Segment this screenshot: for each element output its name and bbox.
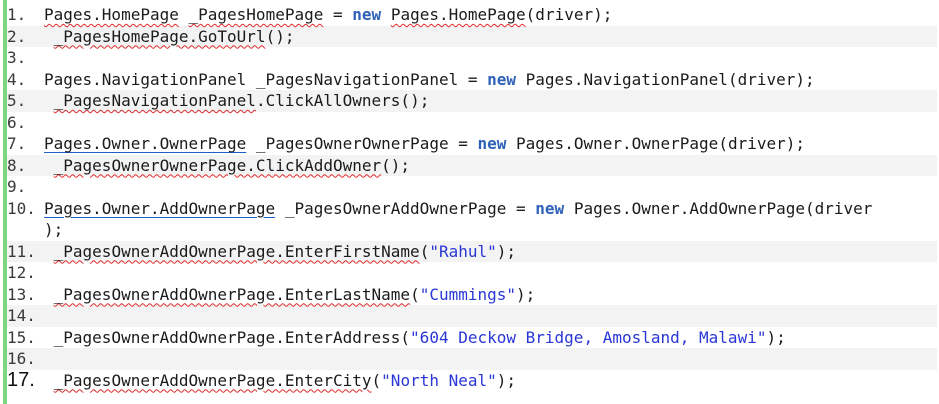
line-number: 11. (7, 241, 36, 261)
line-number: 7. (7, 134, 27, 153)
line-number: 17. (7, 368, 35, 391)
code-line-17[interactable]: 17. _PagesOwnerAddOwnerPage.EnterCity("N… (7, 368, 937, 392)
line-number: 15. (7, 327, 36, 347)
code-token: _PagesOwnerOwnerPage.ClickAddOwner (53, 155, 382, 175)
code-line-11[interactable]: 11. _PagesOwnerAddOwnerPage.EnterFirstNa… (7, 240, 937, 263)
string-token: "North Neal" (381, 370, 497, 390)
code-token: ); (516, 284, 536, 304)
code-token: _PagesOwnerOwnerPage = (246, 134, 478, 153)
code-token: Pages.Owner.OwnerPage (44, 134, 247, 153)
code-token: _PagesOwnerAddOwnerPage.EnterFirstName (53, 241, 420, 261)
code-token: Pages.HomePage (44, 5, 179, 24)
code-line-4[interactable]: 4. Pages.NavigationPanel _PagesNavigatio… (7, 69, 937, 91)
code-line-15[interactable]: 15. _PagesOwnerAddOwnerPage.EnterAddress… (7, 327, 937, 349)
code-lines: 1. Pages.HomePage _PagesHomePage = new P… (7, 4, 937, 391)
keyword-token: new (535, 198, 565, 218)
code-line-3[interactable]: 3. (7, 47, 937, 69)
code-token: _PagesOwnerAddOwnerPage = (275, 198, 536, 218)
line-number: 10. (7, 198, 36, 218)
code-text: Pages.Owner.AddOwnerPage _PagesOwnerAddO… (44, 198, 937, 241)
string-token: "604 Deckow Bridge, Amosland, Malawi" (410, 327, 767, 347)
line-number: 9. (7, 177, 27, 196)
code-token: Pages.Owner.AddOwnerPage (44, 198, 276, 218)
code-token: ( (371, 370, 382, 390)
code-text: _PagesNavigationPanel.ClickAllOwners(); (44, 90, 937, 112)
line-number: 3. (7, 48, 27, 67)
code-token: ( (419, 241, 430, 261)
code-token: Pages.Owner.AddOwnerPage(driver (564, 198, 873, 218)
code-token: ); (766, 327, 786, 347)
code-line-2[interactable]: 2. _PagesHomePage.GoToUrl(); (7, 25, 937, 48)
code-token: = (323, 5, 353, 24)
string-token: "Cummings" (419, 284, 517, 304)
code-token: _PagesOwnerAddOwnerPage.EnterAddress( (44, 327, 411, 347)
code-token: _PagesNavigationPanel (53, 91, 256, 110)
keyword-token: new (487, 69, 517, 89)
code-line-9[interactable]: 9. (7, 176, 937, 198)
code-token: Pages.HomePage (390, 5, 526, 24)
line-number: 16. (7, 349, 36, 368)
code-token: (driver); (525, 5, 613, 24)
code-token: Pages.NavigationPanel _PagesNavigationPa… (44, 69, 488, 89)
line-number: 12. (7, 263, 36, 282)
code-view: 1. Pages.HomePage _PagesHomePage = new P… (0, 0, 939, 404)
code-line-13[interactable]: 13. _PagesOwnerAddOwnerPage.EnterLastNam… (7, 284, 937, 306)
code-line-8[interactable]: 8. _PagesOwnerOwnerPage.ClickAddOwner(); (7, 154, 937, 177)
code-text: _PagesOwnerAddOwnerPage.EnterLastName("C… (44, 284, 937, 306)
code-text: Pages.HomePage _PagesHomePage = new Page… (44, 4, 937, 26)
code-text: _PagesHomePage.GoToUrl(); (44, 26, 937, 48)
code-token: .ClickAllOwners(); (255, 91, 430, 110)
code-text: _PagesOwnerAddOwnerPage.EnterAddress("60… (44, 327, 937, 349)
line-number: 6. (7, 112, 27, 132)
line-number: 1. (7, 5, 27, 24)
code-token: ( (410, 284, 420, 304)
code-text: _PagesOwnerAddOwnerPage.EnterFirstName("… (44, 241, 937, 263)
code-text: _PagesOwnerOwnerPage.ClickAddOwner(); (44, 155, 937, 177)
keyword-token: new (352, 5, 382, 24)
code-text: Pages.NavigationPanel _PagesNavigationPa… (44, 69, 937, 91)
code-line-5[interactable]: 5. _PagesNavigationPanel.ClickAllOwners(… (7, 90, 937, 112)
code-token: _PagesHomePage.GoToUrl (53, 26, 266, 46)
code-token: Pages.NavigationPanel(driver); (516, 69, 815, 89)
keyword-token: new (477, 134, 507, 153)
code-token: (); (381, 155, 411, 175)
code-token: ); (44, 220, 64, 239)
code-token: ); (496, 241, 517, 261)
line-number: 4. (7, 69, 27, 89)
line-number: 5. (7, 91, 27, 110)
code-line-10[interactable]: 10. Pages.Owner.AddOwnerPage _PagesOwner… (7, 198, 937, 241)
line-number: 13. (7, 284, 36, 304)
code-token: ); (496, 370, 517, 390)
code-line-16[interactable]: 16. (7, 348, 937, 370)
code-token: (); (265, 26, 295, 46)
code-line-14[interactable]: 14. (7, 305, 937, 327)
code-token: _PagesHomePage (188, 5, 324, 24)
string-token: "Rahul" (429, 241, 497, 261)
code-token: _PagesOwnerAddOwnerPage.EnterLastName (53, 284, 411, 304)
line-number: 8. (7, 155, 27, 175)
code-line-6[interactable]: 6. (7, 112, 937, 134)
code-text: _PagesOwnerAddOwnerPage.EnterCity("North… (44, 370, 937, 392)
code-line-12[interactable]: 12. (7, 262, 937, 284)
line-number: 14. (7, 306, 36, 325)
line-number: 2. (7, 26, 27, 46)
code-token: _PagesOwnerAddOwnerPage.EnterCity (53, 370, 372, 390)
code-line-1[interactable]: 1. Pages.HomePage _PagesHomePage = new P… (7, 4, 937, 26)
code-text: Pages.Owner.OwnerPage _PagesOwnerOwnerPa… (44, 133, 937, 155)
code-token: Pages.Owner.OwnerPage(driver); (506, 134, 806, 153)
code-line-7[interactable]: 7. Pages.Owner.OwnerPage _PagesOwnerOwne… (7, 133, 937, 155)
